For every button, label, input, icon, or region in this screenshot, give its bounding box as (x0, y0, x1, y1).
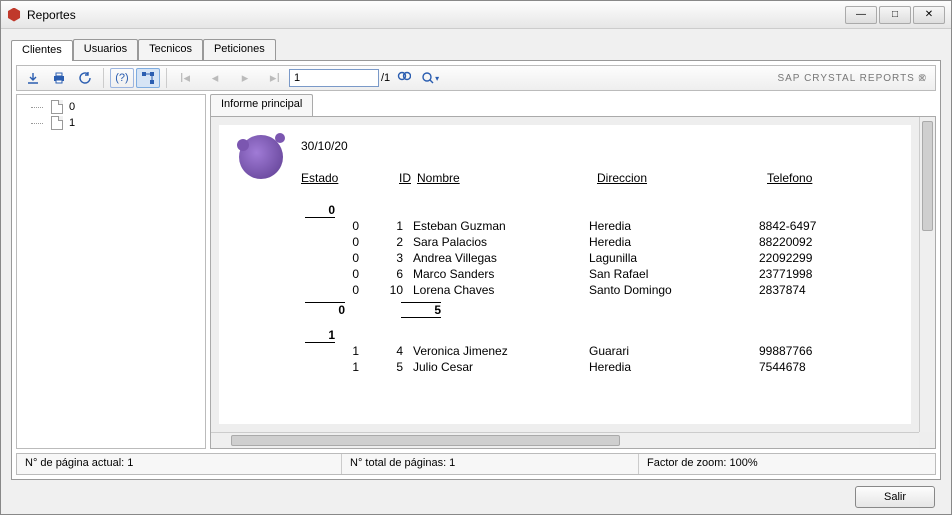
table-row: 01Esteban GuzmanHeredia8842-6497 (305, 218, 891, 234)
report-pane: Informe principal 30/10/20 Estado ID (210, 94, 936, 449)
tab-body: (?) I◂ ◂ ▸ ▸I /1 ▾ SAP CRYSTAL REPORTS ®… (11, 61, 941, 480)
report-logo-icon (239, 135, 283, 179)
report-toolbar: (?) I◂ ◂ ▸ ▸I /1 ▾ SAP CRYSTAL REPORTS ®… (16, 65, 936, 91)
vertical-scrollbar[interactable] (919, 117, 935, 432)
table-row: 02Sara PalaciosHeredia88220092 (305, 234, 891, 250)
help-icon[interactable]: (?) (110, 68, 134, 88)
group-tree[interactable]: 0 1 (16, 94, 206, 449)
report-viewer[interactable]: 30/10/20 Estado ID Nombre Direccion Tele… (210, 116, 936, 449)
table-row: 06Marco SandersSan Rafael23771998 (305, 266, 891, 282)
status-total-pages: N° total de páginas: 1 (342, 454, 639, 474)
page-icon (51, 116, 63, 130)
report-date: 30/10/20 (301, 139, 867, 153)
first-page-icon[interactable]: I◂ (173, 68, 197, 88)
minimize-button[interactable]: — (845, 6, 877, 24)
tab-tecnicos[interactable]: Tecnicos (138, 39, 203, 60)
content-area: Clientes Usuarios Tecnicos Peticiones (?… (1, 29, 951, 514)
prev-page-icon[interactable]: ◂ (203, 68, 227, 88)
tab-usuarios[interactable]: Usuarios (73, 39, 138, 60)
group-label: 1 (305, 328, 335, 343)
group-label: 0 (305, 203, 335, 218)
zoom-icon[interactable]: ▾ (418, 68, 442, 88)
window-title: Reportes (27, 8, 845, 22)
tree-icon[interactable] (136, 68, 160, 88)
salir-button[interactable]: Salir (855, 486, 935, 508)
last-page-icon[interactable]: ▸I (263, 68, 287, 88)
group-summary: 05 (305, 302, 891, 318)
tab-peticiones[interactable]: Peticiones (203, 39, 276, 60)
table-row: 03Andrea VillegasLagunilla22092299 (305, 250, 891, 266)
app-icon (7, 8, 21, 22)
page-icon (51, 100, 63, 114)
table-row: 15Julio CesarHeredia7544678 (305, 359, 891, 375)
table-row: 010Lorena ChavesSanto Domingo2837874 (305, 282, 891, 298)
status-zoom: Factor de zoom: 100% (639, 454, 935, 474)
print-icon[interactable] (47, 68, 71, 88)
page-total: /1 (381, 72, 390, 84)
brand-label: SAP CRYSTAL REPORTS ® (777, 73, 931, 84)
close-button[interactable]: ✕ (913, 6, 945, 24)
tab-informe-principal[interactable]: Informe principal (210, 94, 313, 116)
status-bar: N° de página actual: 1 N° total de págin… (16, 453, 936, 475)
page-input[interactable] (289, 69, 379, 87)
table-row: 14Veronica JimenezGuarari99887766 (305, 343, 891, 359)
titlebar: Reportes — □ ✕ (1, 1, 951, 29)
tab-clientes[interactable]: Clientes (11, 40, 73, 61)
refresh-icon[interactable] (73, 68, 97, 88)
maximize-button[interactable]: □ (879, 6, 911, 24)
status-current-page: N° de página actual: 1 (17, 454, 342, 474)
tree-item: 1 (21, 115, 201, 131)
horizontal-scrollbar[interactable] (211, 432, 919, 448)
tab-strip: Clientes Usuarios Tecnicos Peticiones (11, 39, 941, 61)
next-page-icon[interactable]: ▸ (233, 68, 257, 88)
app-window: Reportes — □ ✕ Clientes Usuarios Tecnico… (0, 0, 952, 515)
find-icon[interactable] (392, 68, 416, 88)
tree-item: 0 (21, 99, 201, 115)
export-icon[interactable] (21, 68, 45, 88)
panel-close-icon[interactable]: ✕ (915, 71, 929, 85)
column-headers: Estado ID Nombre Direccion Telefono (301, 171, 867, 185)
report-page: 30/10/20 Estado ID Nombre Direccion Tele… (219, 125, 911, 424)
